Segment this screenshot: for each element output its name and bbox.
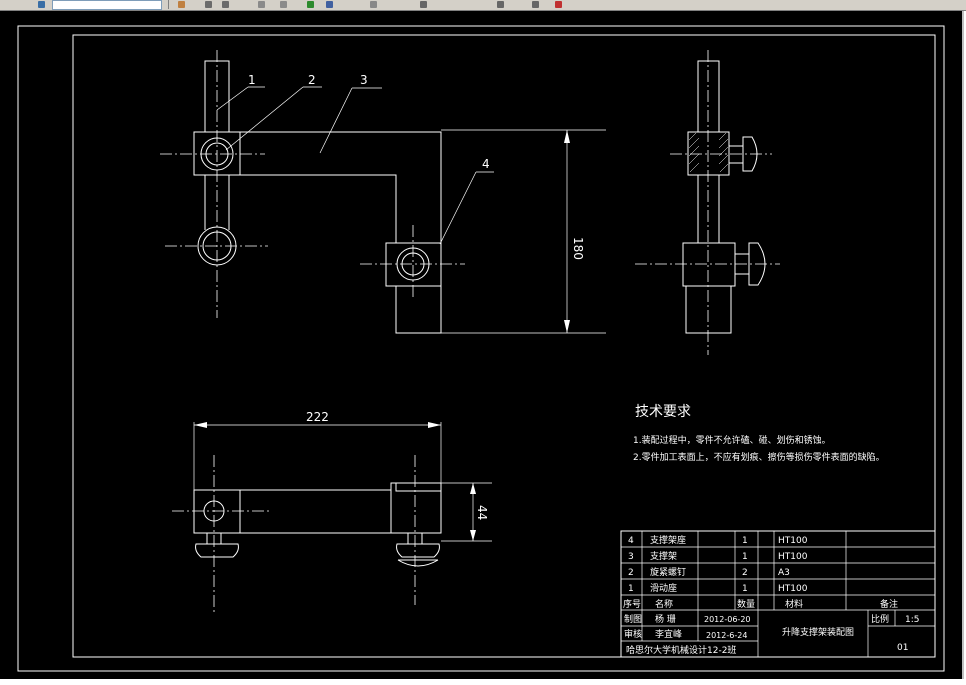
part-qty: 1 (742, 536, 748, 546)
layer-dropdown[interactable] (52, 0, 162, 10)
balloon-4: 4 (482, 157, 490, 171)
part-material: A3 (778, 568, 790, 578)
checked-by: 李宜峰 (655, 628, 682, 640)
part-material: HT100 (778, 584, 808, 594)
support-arm (240, 131, 442, 243)
layout-icon[interactable] (370, 1, 377, 8)
layer-properties-icon[interactable] (178, 1, 185, 8)
header-qty: 数量 (737, 598, 755, 610)
drawn-label: 制图 (624, 613, 642, 625)
section-hatching (688, 132, 729, 173)
layer-icon[interactable] (38, 1, 45, 8)
dimension-222-label: 222 (306, 410, 329, 424)
part-material: HT100 (778, 536, 808, 546)
outer-sheet-border (17, 25, 945, 672)
tech-req-title: 技术要求 (635, 404, 691, 420)
part-name: 支撑架 (650, 550, 677, 562)
drawn-date: 2012-06-20 (704, 615, 751, 624)
part-row: 4 支撑架座 1 HT100 (628, 534, 808, 546)
part-name: 滑动座 (650, 582, 677, 594)
technical-requirements: 技术要求 1.装配过程中，零件不允许磕、碰、划伤和锈蚀。 2.零件加工表面上，不… (633, 404, 885, 463)
balloon-3: 3 (360, 73, 368, 87)
part-name: 旋紧螺钉 (650, 566, 686, 578)
header-material: 材料 (785, 598, 803, 610)
part-name: 支撑架座 (650, 534, 686, 546)
tech-req-line-2: 2.零件加工表面上，不应有划痕、擦伤等损伤零件表面的缺陷。 (633, 451, 885, 463)
header-name: 名称 (655, 598, 673, 610)
drawn-by: 杨 珊 (655, 613, 676, 625)
scale-value: 1:5 (905, 615, 919, 625)
toolbar-separator (168, 0, 169, 9)
side-view (635, 50, 780, 355)
sheet-number: 01 (897, 643, 908, 653)
arc-icon[interactable] (420, 1, 427, 8)
dimension-44-label: 44 (475, 505, 489, 520)
top-view: 222 44 (172, 410, 492, 612)
scale-label: 比例 (871, 613, 889, 625)
application-toolbar (0, 0, 966, 11)
part-row: 3 支撑架 1 HT100 (628, 550, 808, 562)
check-icon[interactable] (307, 1, 314, 8)
part-qty: 1 (742, 552, 748, 562)
undo-icon[interactable] (205, 1, 212, 8)
part-row: 2 旋紧螺钉 2 A3 (628, 566, 790, 578)
properties-icon[interactable] (326, 1, 333, 8)
part-no: 3 (628, 552, 634, 562)
side-support-base (682, 242, 736, 287)
part-no: 4 (628, 536, 634, 546)
text-icon[interactable] (555, 1, 562, 8)
paste-icon[interactable] (280, 1, 287, 8)
school-class: 哈思尔大学机械设计12-2班 (626, 644, 736, 656)
part-material: HT100 (778, 552, 808, 562)
side-sliding-block (687, 131, 730, 176)
part-qty: 2 (742, 568, 748, 578)
title-block: 4 支撑架座 1 HT100 3 支撑架 1 HT100 2 旋紧螺钉 2 A3… (620, 530, 936, 658)
balloon-1: 1 (248, 73, 256, 87)
line-icon[interactable] (497, 1, 504, 8)
part-qty: 1 (742, 584, 748, 594)
checked-date: 2012-6-24 (706, 631, 747, 640)
balloon-2: 2 (308, 73, 316, 87)
dimension-180-label: 180 (571, 237, 585, 260)
part-no: 2 (628, 568, 634, 578)
checked-label: 审核 (624, 628, 642, 640)
header-note: 备注 (880, 598, 898, 610)
header-no: 序号 (623, 598, 641, 610)
inner-drawing-frame (72, 34, 936, 658)
tech-req-line-1: 1.装配过程中，零件不允许磕、碰、划伤和锈蚀。 (633, 434, 831, 446)
top-view-knob-right (396, 543, 440, 558)
side-column (697, 60, 720, 133)
copy-icon[interactable] (258, 1, 265, 8)
front-view: 180 1 2 3 4 (160, 50, 606, 334)
cad-drawing: 180 1 2 3 4 222 44 技术要求 1.装配过程中，零件不允许磕、碰… (17, 25, 945, 672)
drawing-canvas[interactable]: 180 1 2 3 4 222 44 技术要求 1.装配过程中，零件不允许磕、碰… (0, 11, 964, 679)
top-view-arm (240, 489, 392, 534)
top-view-knob-left (195, 543, 239, 558)
part-row: 1 滑动座 1 HT100 (628, 582, 808, 594)
part-no: 1 (628, 584, 634, 594)
drawing-title: 升降支撑架装配图 (782, 626, 854, 638)
status-strip (0, 679, 966, 685)
redo-icon[interactable] (222, 1, 229, 8)
polyline-icon[interactable] (532, 1, 539, 8)
